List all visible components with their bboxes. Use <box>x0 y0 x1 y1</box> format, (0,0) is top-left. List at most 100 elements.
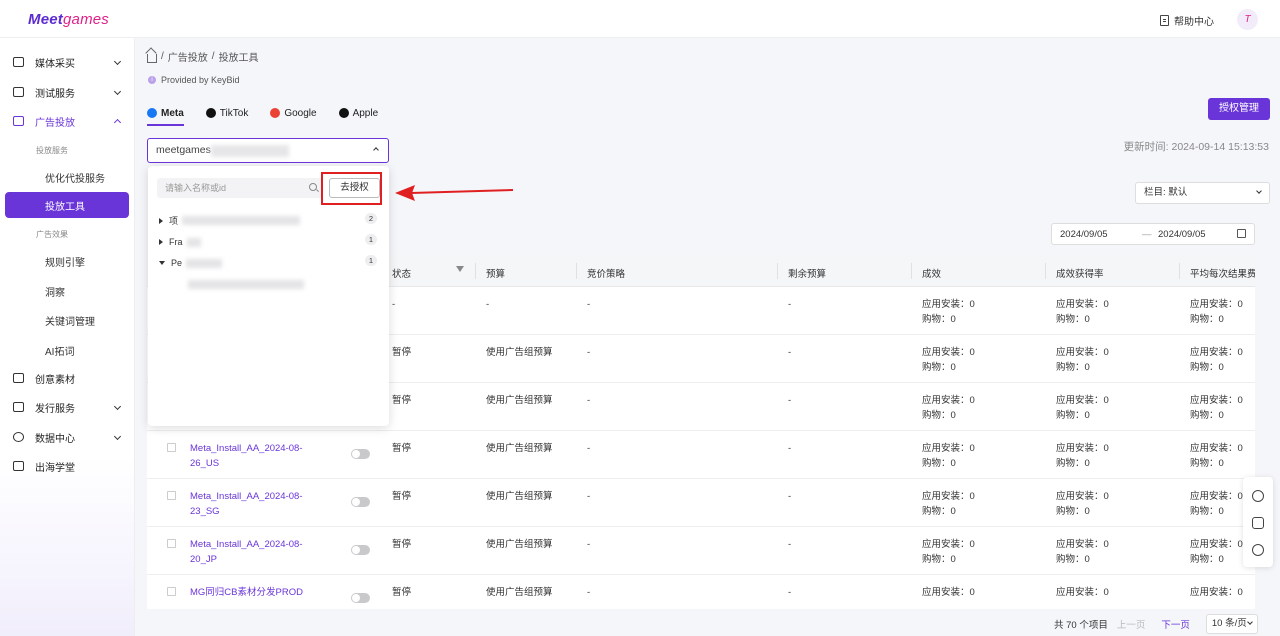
creative-icon <box>13 373 24 383</box>
sidebar-group-label: 广告效果 <box>36 230 68 239</box>
tab-apple[interactable]: Apple <box>338 103 378 123</box>
sidebar-item-data-center[interactable]: 数据中心 <box>0 426 135 448</box>
breadcrumb-ads[interactable]: 广告投放 <box>168 49 208 64</box>
sidebar: 媒体采买 测试服务 广告投放 投放服务 优化代投服务 投放工具 广告效果 规则引… <box>0 38 135 636</box>
chevron-down-icon <box>113 432 122 441</box>
date-end: 2024/09/05 <box>1158 229 1206 240</box>
sidebar-item-keywords[interactable]: 关键词管理 <box>45 313 95 328</box>
sidebar-item-insights[interactable]: 洞察 <box>45 284 65 299</box>
chevron-up-icon <box>373 147 379 153</box>
table-row[interactable]: Meta_Install_AA_2024-08- 20_JP 暂停 使用广告组预算… <box>147 527 1255 575</box>
count-badge: 1 <box>365 234 377 245</box>
floating-toolbar <box>1243 477 1273 567</box>
sidebar-item-optimization[interactable]: 优化代投服务 <box>45 170 105 185</box>
row-checkbox[interactable] <box>167 491 176 500</box>
avatar[interactable]: T <box>1237 9 1258 30</box>
chevron-down-icon <box>113 87 122 96</box>
date-start: 2024/09/05 <box>1060 229 1108 240</box>
caret-right-icon <box>159 217 163 224</box>
chevron-up-icon <box>113 118 122 127</box>
auth-manage-button[interactable]: 授权管理 <box>1208 98 1270 120</box>
caret-down-icon <box>159 261 165 265</box>
folder-icon <box>13 87 24 97</box>
redacted-text <box>211 145 289 157</box>
sidebar-item-creative[interactable]: 创意素材 <box>0 367 135 389</box>
tab-google[interactable]: Google <box>270 103 317 123</box>
sidebar-item-rule-engine[interactable]: 规则引擎 <box>45 254 85 269</box>
chat-icon[interactable] <box>1252 517 1264 529</box>
header-results: 成效 <box>922 269 942 280</box>
row-checkbox[interactable] <box>167 539 176 548</box>
tree-leaf[interactable] <box>184 280 304 289</box>
home-icon[interactable] <box>147 53 157 63</box>
breadcrumb-current: 投放工具 <box>218 53 259 64</box>
platform-tabs: Meta TikTok Google Apple <box>147 103 400 126</box>
account-search-input[interactable]: 请输入名称或id <box>157 178 323 198</box>
campaign-name-link[interactable]: Meta_Install_AA_2024-08- 23_SG <box>190 489 303 519</box>
table-row[interactable]: Meta_Install_AA_2024-08- 23_SG 暂停 使用广告组预算… <box>147 479 1255 527</box>
table-row[interactable]: MG同归CB素材分发PROD 暂停 使用广告组预算 - - 应用安装：0 应用安… <box>147 575 1255 609</box>
support-icon[interactable] <box>1252 544 1264 556</box>
chevron-down-icon <box>1256 188 1262 194</box>
tree-node[interactable]: 项 <box>159 214 301 227</box>
sidebar-item-academy[interactable]: 出海学堂 <box>0 455 135 477</box>
header-bid-strategy: 竞价策略 <box>587 269 626 280</box>
tree-node[interactable]: Fra <box>159 237 201 247</box>
status-toggle[interactable] <box>351 593 370 603</box>
header-cost-per-result: 平均每次结果费 <box>1190 269 1255 280</box>
filter-icon[interactable] <box>456 266 464 272</box>
redacted-text <box>186 237 201 247</box>
header-status: 状态 <box>392 269 412 280</box>
date-range-picker[interactable]: 2024/09/05 — 2024/09/05 <box>1051 223 1255 245</box>
total-count: 共 70 个项目 <box>1054 620 1108 631</box>
logo[interactable]: Meetgames <box>28 11 109 28</box>
prev-page-button[interactable]: 上一页 <box>1117 617 1146 631</box>
tab-meta[interactable]: Meta <box>147 103 184 126</box>
campaign-name-link[interactable]: Meta_Install_AA_2024-08- 26_US <box>190 441 303 471</box>
search-icon <box>309 183 317 191</box>
table-row[interactable]: Meta_Install_AA_2024-08- 26_US 暂停 使用广告组预算… <box>147 431 1255 479</box>
chevron-down-icon <box>113 402 122 411</box>
header-remaining-budget: 剩余预算 <box>788 269 827 280</box>
help-center-link[interactable]: 帮助中心 <box>1160 13 1214 28</box>
calendar-icon <box>1237 229 1246 238</box>
campaign-name-link[interactable]: MG同归CB素材分发PROD <box>190 585 303 600</box>
campaign-name-link[interactable]: Meta_Install_AA_2024-08- 20_JP <box>190 537 303 567</box>
sidebar-item-ads[interactable]: 广告投放 <box>0 110 135 132</box>
chevron-down-icon <box>113 57 122 66</box>
google-icon <box>270 108 281 118</box>
next-page-button[interactable]: 下一页 <box>1161 617 1190 631</box>
redacted-text <box>186 258 223 268</box>
account-select[interactable]: meetgames <box>147 138 389 163</box>
account-dropdown: 请输入名称或id 去授权 项 2 Fra 1 Pe 1 <box>148 166 389 426</box>
publish-icon <box>13 402 24 412</box>
top-bar: Meetgames 帮助中心 T <box>0 0 1280 38</box>
sidebar-item-testing[interactable]: 测试服务 <box>0 81 135 103</box>
status-toggle[interactable] <box>351 497 370 507</box>
redacted-text <box>188 280 304 289</box>
sidebar-item-ad-tools[interactable]: 投放工具 <box>5 192 129 218</box>
status-toggle[interactable] <box>351 545 370 555</box>
sidebar-item-publishing[interactable]: 发行服务 <box>0 396 135 418</box>
tree-node[interactable]: Pe <box>159 258 223 268</box>
media-icon <box>13 57 24 67</box>
tab-tiktok[interactable]: TikTok <box>205 103 248 123</box>
help-icon[interactable] <box>1252 490 1264 502</box>
row-checkbox[interactable] <box>167 443 176 452</box>
document-icon <box>1160 15 1169 26</box>
header-budget: 预算 <box>486 269 506 280</box>
header-result-rate: 成效获得率 <box>1056 269 1104 280</box>
page-size-select[interactable]: 10 条/页 <box>1205 614 1258 634</box>
column-select[interactable]: 栏目: 默认 <box>1135 182 1270 204</box>
ads-icon <box>13 116 24 126</box>
apple-icon <box>338 108 349 118</box>
row-checkbox[interactable] <box>167 587 176 596</box>
graduation-cap-icon <box>13 461 24 471</box>
sidebar-item-ai-keywords[interactable]: AI拓词 <box>45 343 74 358</box>
caret-right-icon <box>159 239 163 245</box>
count-badge: 2 <box>365 213 377 224</box>
breadcrumb: / 广告投放 / 投放工具 <box>147 49 259 64</box>
status-toggle[interactable] <box>351 449 370 459</box>
provided-by-note: i Provided by KeyBid <box>148 75 240 85</box>
sidebar-item-media-buying[interactable]: 媒体采买 <box>0 51 135 73</box>
